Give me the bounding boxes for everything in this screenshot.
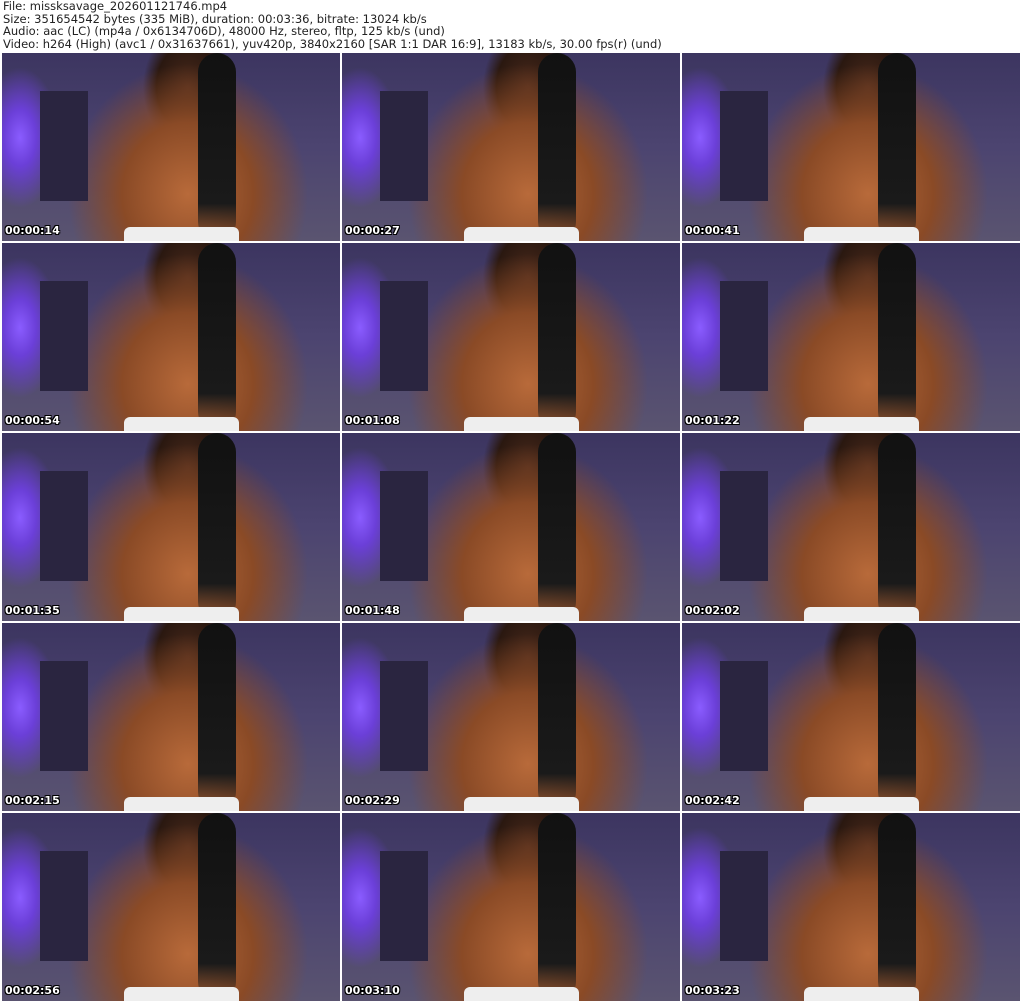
figure-clothing	[463, 607, 579, 621]
figure-shape	[198, 243, 237, 431]
figure-clothing	[463, 797, 579, 811]
figure-shape	[538, 433, 577, 621]
timestamp-label: 00:03:10	[345, 984, 400, 997]
video-thumbnail: 00:03:10	[342, 813, 680, 1001]
timestamp-label: 00:00:41	[685, 224, 740, 237]
file-info-header: File: missksavage_202601121746.mp4 Size:…	[3, 0, 662, 50]
background-door	[40, 281, 88, 391]
figure-shape	[878, 53, 917, 241]
background-door	[40, 471, 88, 581]
timestamp-label: 00:02:42	[685, 794, 740, 807]
figure-clothing	[803, 417, 919, 431]
figure-shape	[198, 813, 237, 1001]
figure-clothing	[123, 607, 239, 621]
background-door	[380, 851, 428, 961]
timestamp-label: 00:01:48	[345, 604, 400, 617]
timestamp-label: 00:00:14	[5, 224, 60, 237]
figure-shape	[198, 623, 237, 811]
background-door	[40, 661, 88, 771]
video-thumbnail: 00:00:41	[682, 53, 1020, 241]
video-thumbnail: 00:01:35	[2, 433, 340, 621]
background-door	[40, 851, 88, 961]
timestamp-label: 00:01:08	[345, 414, 400, 427]
figure-shape	[538, 243, 577, 431]
figure-shape	[878, 243, 917, 431]
thumbnail-grid: 00:00:14 00:00:27 00:00:41 00:00:54 00:01:08…	[2, 53, 1020, 1001]
video-thumbnail: 00:00:54	[2, 243, 340, 431]
background-door	[720, 91, 768, 201]
timestamp-label: 00:00:27	[345, 224, 400, 237]
background-door	[720, 281, 768, 391]
figure-shape	[878, 623, 917, 811]
video-thumbnail: 00:00:27	[342, 53, 680, 241]
timestamp-label: 00:01:35	[5, 604, 60, 617]
figure-clothing	[803, 797, 919, 811]
video-thumbnail: 00:02:29	[342, 623, 680, 811]
video-thumbnail: 00:02:56	[2, 813, 340, 1001]
figure-shape	[878, 813, 917, 1001]
figure-shape	[198, 433, 237, 621]
figure-clothing	[803, 987, 919, 1001]
figure-clothing	[803, 227, 919, 241]
figure-shape	[538, 53, 577, 241]
background-door	[380, 91, 428, 201]
figure-shape	[198, 53, 237, 241]
figure-clothing	[123, 227, 239, 241]
background-door	[720, 851, 768, 961]
figure-clothing	[463, 987, 579, 1001]
timestamp-label: 00:02:29	[345, 794, 400, 807]
background-door	[380, 281, 428, 391]
video-thumbnail: 00:02:02	[682, 433, 1020, 621]
video-thumbnail: 00:02:42	[682, 623, 1020, 811]
file-name: File: missksavage_202601121746.mp4	[3, 0, 228, 13]
audio-info: Audio: aac (LC) (mp4a / 0x6134706D), 480…	[3, 24, 445, 39]
video-thumbnail: 00:01:08	[342, 243, 680, 431]
background-door	[720, 661, 768, 771]
figure-clothing	[463, 227, 579, 241]
timestamp-label: 00:02:15	[5, 794, 60, 807]
timestamp-label: 00:02:56	[5, 984, 60, 997]
background-door	[380, 471, 428, 581]
timestamp-label: 00:01:22	[685, 414, 740, 427]
figure-shape	[878, 433, 917, 621]
background-door	[720, 471, 768, 581]
video-thumbnail: 00:01:22	[682, 243, 1020, 431]
figure-clothing	[123, 417, 239, 431]
figure-clothing	[463, 417, 579, 431]
timestamp-label: 00:02:02	[685, 604, 740, 617]
video-thumbnail: 00:02:15	[2, 623, 340, 811]
background-door	[380, 661, 428, 771]
video-thumbnail: 00:01:48	[342, 433, 680, 621]
figure-clothing	[803, 607, 919, 621]
figure-shape	[538, 813, 577, 1001]
video-thumbnail: 00:00:14	[2, 53, 340, 241]
figure-clothing	[123, 797, 239, 811]
figure-shape	[538, 623, 577, 811]
timestamp-label: 00:00:54	[5, 414, 60, 427]
video-info: Video: h264 (High) (avc1 / 0x31637661), …	[3, 36, 662, 51]
timestamp-label: 00:03:23	[685, 984, 740, 997]
video-thumbnail: 00:03:23	[682, 813, 1020, 1001]
background-door	[40, 91, 88, 201]
figure-clothing	[123, 987, 239, 1001]
